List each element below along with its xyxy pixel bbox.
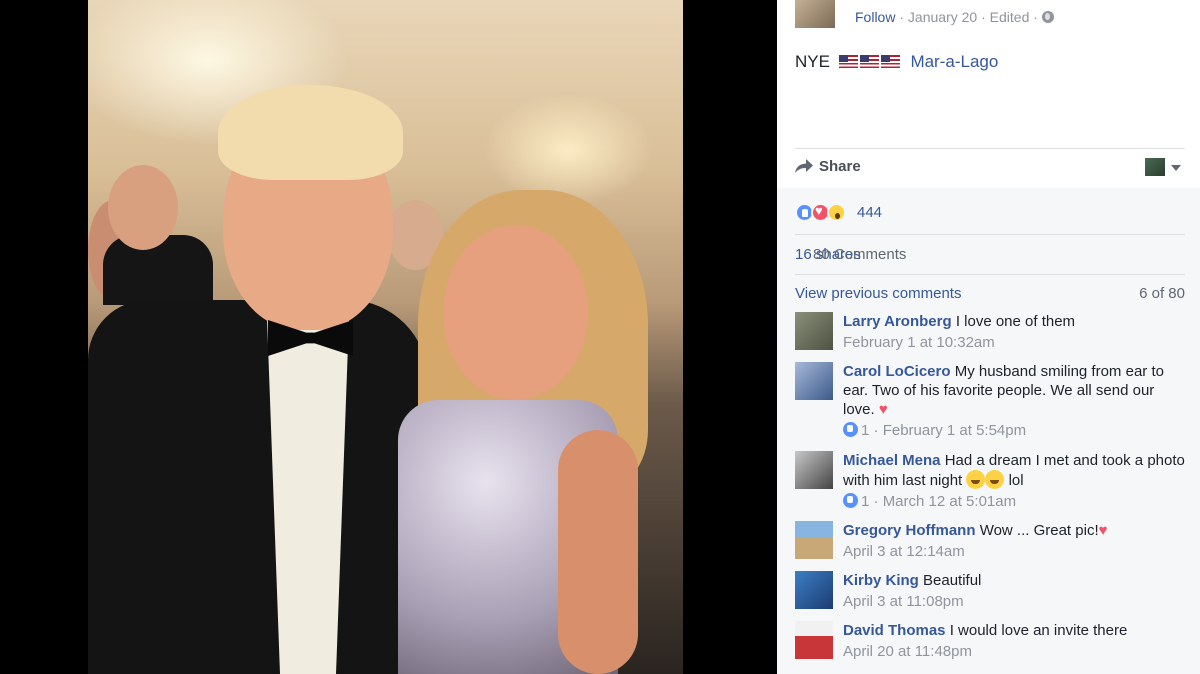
reaction-count[interactable]: 444 (857, 204, 882, 221)
wow-reaction-icon (827, 203, 846, 222)
location-link[interactable]: Mar-a-Lago (910, 52, 998, 71)
photo-background-guest (108, 165, 178, 250)
comments-count[interactable]: 80 Comments (813, 246, 1200, 263)
comment-time[interactable]: April 20 at 11:48pm (843, 643, 972, 660)
comment-time[interactable]: March 12 at 5:01am (883, 493, 1016, 510)
nerd-face-emoji-icon (985, 470, 1005, 489)
globe-icon[interactable] (1041, 11, 1054, 23)
photo-subject-woman-arm (558, 430, 638, 674)
photo-subject-woman-face (443, 225, 588, 400)
like-icon (843, 422, 858, 437)
comment-text-suffix: lol (1008, 472, 1024, 489)
comment-time[interactable]: February 1 at 10:32am (843, 334, 995, 351)
meta-separator: · (1033, 9, 1042, 25)
edited-label[interactable]: Edited (990, 9, 1030, 25)
us-flag-icon (859, 55, 879, 68)
share-arrow-icon[interactable] (795, 159, 813, 173)
divider (795, 234, 1185, 235)
post-photo[interactable] (88, 0, 683, 674)
photo-subject-man (88, 300, 428, 674)
comment-text: Beautiful (923, 572, 982, 589)
comments-pager: 6 of 80 (1139, 285, 1185, 302)
comments-pager-row: View previous comments 6 of 80 (795, 285, 1185, 302)
photo-subject-hair (218, 85, 403, 180)
commenter-avatar[interactable] (795, 451, 833, 489)
reactions-summary[interactable]: 444 (795, 203, 995, 223)
comment-time[interactable]: April 3 at 12:14am (843, 543, 965, 560)
post-date[interactable]: January 20 (908, 9, 977, 25)
comment-author[interactable]: Michael Mena (843, 452, 941, 469)
comment-author[interactable]: David Thomas (843, 622, 946, 639)
audience-thumbnail (1145, 158, 1165, 176)
comment-time[interactable]: February 1 at 5:54pm (883, 422, 1026, 439)
comment-author[interactable]: Kirby King (843, 572, 919, 589)
comment-author[interactable]: Larry Aronberg (843, 313, 952, 330)
post-text: NYE Mar-a-Lago (795, 52, 998, 72)
comment-text: Wow ... Great pic! (979, 522, 1099, 539)
post-side-panel: Follow · January 20 · Edited · NYE Mar-a… (777, 0, 1200, 674)
grinning-sweat-emoji-icon (966, 470, 986, 489)
comment-text: I would love an invite there (949, 622, 1128, 639)
us-flag-icon (838, 55, 858, 68)
stats-row: 16 shares 80 Comments (795, 246, 1185, 263)
heart-emoji-icon: ♥ (878, 401, 888, 418)
comment-time[interactable]: April 3 at 11:08pm (843, 593, 964, 610)
audience-selector[interactable] (1145, 158, 1185, 178)
chevron-down-icon (1171, 165, 1181, 171)
heart-emoji-icon: ♥ (1098, 522, 1108, 539)
meta-separator: · (873, 493, 883, 510)
divider (795, 148, 1185, 149)
commenter-avatar[interactable] (795, 621, 833, 659)
us-flag-icon (880, 55, 900, 68)
comment-like-count[interactable]: 1 (861, 422, 869, 439)
post-header: Follow · January 20 · Edited · (795, 0, 1195, 30)
photo-viewer (0, 0, 777, 674)
meta-separator: · (899, 9, 908, 25)
follow-link[interactable]: Follow (855, 9, 895, 25)
meta-separator: · (981, 9, 990, 25)
commenter-avatar[interactable] (795, 362, 833, 400)
commenter-avatar[interactable] (795, 312, 833, 350)
share-button[interactable]: Share (819, 158, 861, 175)
commenter-avatar[interactable] (795, 571, 833, 609)
commenter-avatar[interactable] (795, 521, 833, 559)
post-meta: Follow · January 20 · Edited · (855, 9, 1054, 25)
like-icon (843, 493, 858, 508)
poster-avatar[interactable] (795, 0, 835, 28)
comment-author[interactable]: Gregory Hoffmann (843, 522, 976, 539)
meta-separator: · (873, 422, 883, 439)
action-bar: Share (795, 156, 1185, 180)
divider (795, 274, 1185, 275)
comment-text: I love one of them (955, 313, 1076, 330)
view-previous-comments-link[interactable]: View previous comments (795, 285, 961, 302)
comment-author[interactable]: Carol LoCicero (843, 363, 951, 380)
comment-like-count[interactable]: 1 (861, 493, 869, 510)
post-message: NYE (795, 52, 830, 71)
